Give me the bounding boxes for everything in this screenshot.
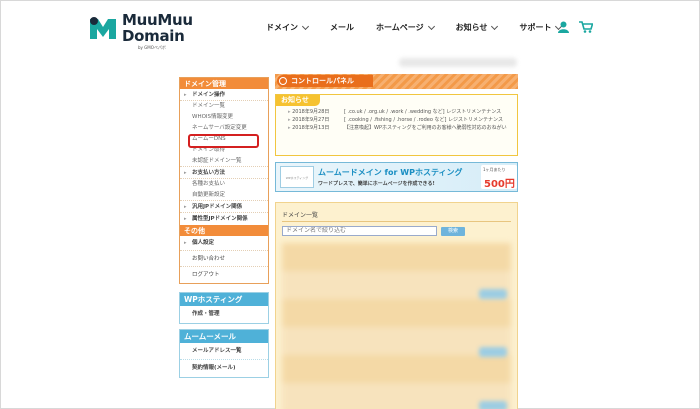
sidebar-section-other-title: その他 <box>180 225 268 236</box>
circle-icon <box>279 77 287 85</box>
sidebar-item-unverified[interactable]: 未認証ドメイン一覧 <box>180 156 268 167</box>
sidebar-item-mail-contract[interactable]: 契約情報(メール) <box>180 360 268 377</box>
news-text[interactable]: [ .cooking / .fishing / .horse / .rodeo … <box>344 116 503 124</box>
news-date: 2018年9月28日 <box>288 108 344 116</box>
news-date: 2018年9月27日 <box>288 116 344 124</box>
blurred-domain-list <box>282 243 511 409</box>
nav-homepage[interactable]: ホームページ <box>376 22 435 33</box>
sidebar-domain-section: ドメイン管理 ドメイン操作 ドメイン一覧 WHOIS情報変更 ネームサーバ設定変… <box>179 77 269 284</box>
sidebar-group-jp-attribute[interactable]: 属性型JPドメイン関係 <box>180 213 268 225</box>
sidebar-section-title: ドメイン管理 <box>180 78 268 89</box>
blurred-account-info <box>399 58 517 67</box>
news-date: 2018年9月13日 <box>288 124 344 132</box>
sidebar-item-contact[interactable]: お問い合わせ <box>180 251 268 267</box>
main-content: コントロールパネル お知らせ 2018年9月28日 [ .co.uk / .or… <box>275 74 518 409</box>
sidebar-mail-section: ムームーメール メールアドレス一覧 契約情報(メール) <box>179 329 269 378</box>
blurred-button <box>479 289 507 299</box>
news-item[interactable]: 2018年9月28日 [ .co.uk / .org.uk / .work / … <box>288 108 513 116</box>
chevron-down-icon <box>427 22 435 30</box>
domain-filter-button[interactable]: 検索 <box>441 227 465 236</box>
banner-subtitle: ワードプレスで、簡単にホームページを作成できる! <box>318 181 435 187</box>
cart-icon[interactable] <box>579 21 593 33</box>
nav-mail[interactable]: メール <box>330 22 354 33</box>
chevron-down-icon <box>491 22 499 30</box>
control-panel-header: コントロールパネル <box>275 74 518 89</box>
chevron-down-icon <box>301 22 310 30</box>
news-list: 2018年9月28日 [ .co.uk / .org.uk / .work / … <box>276 106 517 132</box>
banner-image: WPホスティング <box>280 166 314 188</box>
sidebar-item-auto-renew[interactable]: 自動更新設定 <box>180 190 268 201</box>
sidebar-item-personal-settings[interactable]: 個人設定 <box>180 236 268 251</box>
sidebar-item-domain-list[interactable]: ドメイン一覧 <box>180 101 268 112</box>
page-frame: MuuMuu Domain by GMOペパボ ドメイン メール ホームページ … <box>0 0 700 409</box>
muumuu-domain-logo[interactable]: MuuMuu Domain by GMOペパボ <box>88 11 208 50</box>
sidebar-group-domain-ops[interactable]: ドメイン操作 <box>180 89 268 101</box>
notice-box: お知らせ 2018年9月28日 [ .co.uk / .org.uk / .wo… <box>275 94 518 156</box>
sidebar: ドメイン管理 ドメイン操作 ドメイン一覧 WHOIS情報変更 ネームサーバ設定変… <box>179 77 269 383</box>
sidebar-wp-title: WPホスティング <box>180 293 268 306</box>
user-icon[interactable] <box>558 21 569 33</box>
sidebar-item-wp-manage[interactable]: 作成・管理 <box>180 306 268 323</box>
sidebar-item-whois[interactable]: WHOIS情報変更 <box>180 112 268 123</box>
domain-list-box: ドメイン一覧 検索 <box>275 202 518 409</box>
banner-title: ムームードメイン for WPホスティング <box>318 168 463 177</box>
notice-title: お知らせ <box>276 95 320 106</box>
domain-filter-input[interactable] <box>282 226 437 236</box>
sidebar-mail-title: ムームーメール <box>180 330 268 343</box>
banner-price-label: 1ヶ月あたり <box>483 167 506 172</box>
logo-text: MuuMuu Domain <box>122 11 193 45</box>
news-item[interactable]: 2018年9月27日 [ .cooking / .fishing / .hors… <box>288 116 513 124</box>
sidebar-item-logout[interactable]: ログアウト <box>180 267 268 283</box>
control-panel-title: コントロールパネル <box>277 75 373 87</box>
banner-price: 500円 <box>484 179 515 190</box>
sidebar-item-mail-list[interactable]: メールアドレス一覧 <box>180 343 268 360</box>
blurred-button <box>479 401 507 409</box>
news-text[interactable]: 【注意喚起】WPホスティングをご利用のお客様へ脆弱性対応のおねがい <box>344 124 507 132</box>
sidebar-group-jp-general[interactable]: 汎用JPドメイン関係 <box>180 201 268 213</box>
sidebar-wp-section: WPホスティング 作成・管理 <box>179 292 269 324</box>
nav-support[interactable]: サポート <box>519 22 563 33</box>
divider <box>282 221 511 222</box>
nav-news[interactable]: お知らせ <box>456 22 499 33</box>
blurred-button <box>479 347 507 357</box>
wp-hosting-banner[interactable]: WPホスティング ムームードメイン for WPホスティング ワードプレスで、簡… <box>275 162 518 192</box>
news-item[interactable]: 2018年9月13日 【注意喚起】WPホスティングをご利用のお客様へ脆弱性対応の… <box>288 124 513 132</box>
highlight-nameserver <box>188 134 259 148</box>
nav-domain[interactable]: ドメイン <box>266 22 310 33</box>
domain-list-title: ドメイン一覧 <box>282 212 319 219</box>
news-text[interactable]: [ .co.uk / .org.uk / .work / .wedding など… <box>344 108 501 116</box>
sidebar-item-nameserver[interactable]: ネームサーバ設定変更 <box>180 123 268 134</box>
logo-mark-icon <box>90 17 116 39</box>
main-nav: ドメイン メール ホームページ お知らせ サポート <box>266 22 583 33</box>
logo-sub: by GMOペパボ <box>138 45 166 50</box>
sidebar-item-payments[interactable]: 各種お支払い <box>180 179 268 190</box>
sidebar-group-payment[interactable]: お支払い方法 <box>180 167 268 179</box>
